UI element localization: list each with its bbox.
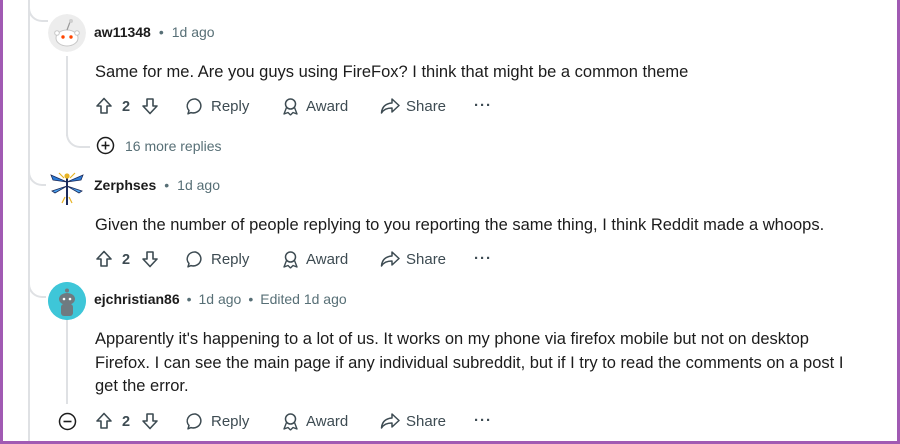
award-icon bbox=[283, 251, 298, 269]
expand-plus-icon bbox=[96, 136, 115, 155]
comment-line: Apparently it's happening to a lot of us… bbox=[95, 330, 809, 348]
dragonfly-icon bbox=[50, 172, 84, 205]
upvote-button[interactable] bbox=[95, 412, 113, 430]
comment-bubble-icon bbox=[186, 413, 202, 430]
thread-elbow bbox=[28, 272, 46, 298]
reply-button[interactable]: Reply bbox=[186, 97, 249, 116]
vote-count: 2 bbox=[122, 414, 131, 430]
reply-label: Reply bbox=[211, 98, 250, 115]
vote-count: 2 bbox=[122, 252, 131, 268]
thread-elbow bbox=[66, 120, 90, 148]
comment-line: Same for me. Are you guys using FireFox?… bbox=[95, 63, 689, 81]
avatar[interactable] bbox=[48, 169, 86, 207]
timestamp[interactable]: 1d ago bbox=[177, 177, 220, 193]
downvote-button[interactable] bbox=[141, 250, 159, 268]
comment-line: get the error. bbox=[95, 377, 189, 395]
award-button[interactable]: Award bbox=[281, 250, 348, 269]
comment-body: Apparently it's happening to a lot of us… bbox=[95, 328, 885, 399]
more-options-button[interactable]: ··· bbox=[474, 97, 492, 114]
upvote-button[interactable] bbox=[95, 250, 113, 268]
share-icon bbox=[380, 413, 400, 429]
reddit-snoo-icon bbox=[48, 14, 86, 52]
share-button[interactable]: Share bbox=[380, 250, 446, 268]
upvote-button[interactable] bbox=[95, 97, 113, 115]
collapse-minus-icon bbox=[58, 412, 77, 431]
thread-line bbox=[28, 0, 30, 444]
reply-label: Reply bbox=[211, 413, 250, 430]
timestamp[interactable]: 1d ago bbox=[199, 291, 242, 307]
award-label: Award bbox=[306, 251, 349, 268]
thread-line bbox=[66, 320, 68, 404]
collapse-button[interactable] bbox=[58, 412, 77, 431]
share-button[interactable]: Share bbox=[380, 97, 446, 115]
award-icon bbox=[283, 98, 298, 116]
downvote-icon bbox=[142, 251, 158, 268]
username[interactable]: Zerphses bbox=[94, 177, 156, 193]
more-options-button[interactable]: ··· bbox=[474, 412, 492, 429]
timestamp[interactable]: 1d ago bbox=[172, 24, 215, 40]
award-label: Award bbox=[306, 413, 349, 430]
downvote-icon bbox=[142, 413, 158, 430]
downvote-icon bbox=[142, 98, 158, 115]
comment-bubble-icon bbox=[186, 98, 202, 115]
more-replies-button[interactable]: 16 more replies bbox=[96, 136, 222, 155]
share-label: Share bbox=[406, 250, 447, 268]
comment-line: Given the number of people replying to y… bbox=[95, 216, 825, 234]
share-icon bbox=[380, 98, 400, 114]
share-button[interactable]: Share bbox=[380, 412, 446, 430]
meta-separator: • bbox=[186, 291, 192, 307]
avatar[interactable] bbox=[48, 282, 86, 320]
share-label: Share bbox=[406, 97, 447, 115]
award-button[interactable]: Award bbox=[281, 97, 348, 116]
comment-bubble-icon bbox=[186, 251, 202, 268]
avatar[interactable] bbox=[48, 14, 86, 52]
downvote-button[interactable] bbox=[141, 97, 159, 115]
upvote-icon bbox=[96, 412, 112, 429]
username[interactable]: ejchristian86 bbox=[94, 291, 180, 307]
meta-separator: • bbox=[164, 177, 170, 193]
reply-label: Reply bbox=[211, 251, 250, 268]
meta-separator: • bbox=[248, 291, 254, 307]
meta-separator: • bbox=[158, 24, 164, 40]
upvote-icon bbox=[96, 97, 112, 114]
comment-body: Given the number of people replying to y… bbox=[95, 214, 885, 238]
snoo-avatar-icon bbox=[48, 282, 86, 320]
username[interactable]: aw11348 bbox=[94, 24, 151, 40]
award-icon bbox=[283, 413, 298, 431]
downvote-button[interactable] bbox=[141, 412, 159, 430]
thread-elbow bbox=[28, 0, 48, 22]
more-options-button[interactable]: ··· bbox=[474, 250, 492, 267]
share-label: Share bbox=[406, 412, 447, 430]
reply-button[interactable]: Reply bbox=[186, 250, 249, 269]
share-icon bbox=[380, 251, 400, 267]
vote-count: 2 bbox=[122, 99, 131, 115]
award-label: Award bbox=[306, 98, 349, 115]
comment-body: Same for me. Are you guys using FireFox?… bbox=[95, 61, 885, 85]
thread-elbow bbox=[28, 160, 46, 186]
comment-line: Firefox. I can see the main page if any … bbox=[95, 353, 844, 372]
reply-button[interactable]: Reply bbox=[186, 412, 249, 431]
more-replies-label: 16 more replies bbox=[125, 137, 222, 154]
upvote-icon bbox=[96, 250, 112, 267]
award-button[interactable]: Award bbox=[281, 412, 348, 431]
edited-label: Edited 1d ago bbox=[260, 291, 347, 307]
